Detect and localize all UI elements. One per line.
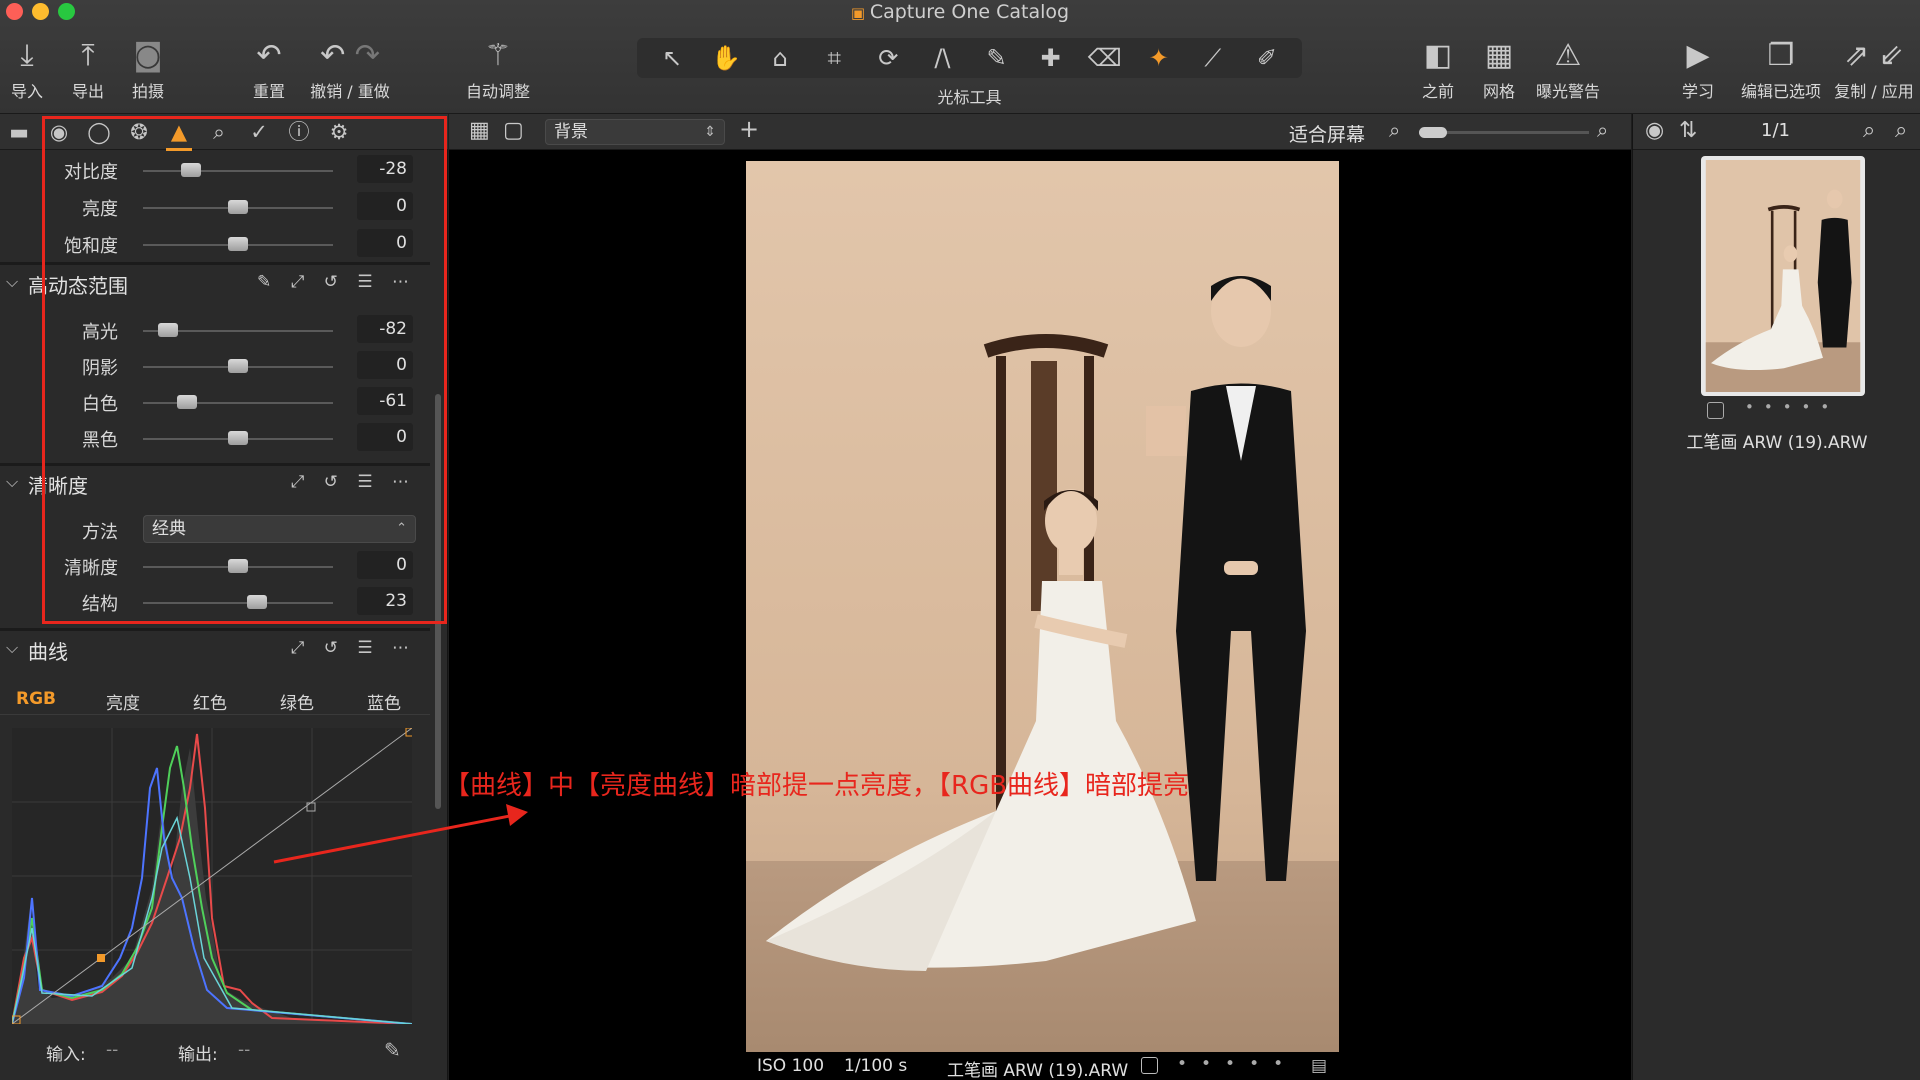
curve-channel-tabs: RGB 亮度 红色 绿色 蓝色 [0, 686, 430, 716]
grid-button[interactable]: ▦ 网格 [1464, 34, 1534, 108]
curve-title: 曲线 [28, 640, 68, 664]
crop-tool-icon[interactable]: ⌗ [809, 44, 859, 72]
play-icon: ▶ [1686, 38, 1710, 73]
curve-graph[interactable] [11, 727, 415, 1025]
curve-actions[interactable]: ⤢ ↺ ☰ ⋯ [291, 638, 416, 658]
thumb-filename: 工笔画 ARW (19).ARW [1686, 433, 1868, 453]
grid-view-icon[interactable]: ▦ [469, 118, 490, 143]
capture-button[interactable]: ◙ 拍摄 [113, 34, 183, 108]
before-after-icon: ◧ [1423, 38, 1453, 73]
add-layer-icon[interactable]: + [739, 115, 759, 143]
curve-tab-red[interactable]: 红色 [170, 689, 250, 714]
curve-tab-green[interactable]: 绿色 [257, 689, 337, 714]
thumbnail[interactable] [1701, 156, 1865, 396]
viewer-filename: 工笔画 ARW (19).ARW [947, 1061, 1129, 1080]
single-view-icon[interactable]: ▢ [503, 118, 524, 143]
eraser-tool-icon[interactable]: ⌫ [1080, 44, 1130, 72]
undo-redo-button[interactable]: ↶ ↷ 撤销 / 重做 [298, 34, 402, 108]
chevron-down-icon: ⌵ [6, 272, 19, 291]
photo-illustration [746, 161, 1339, 1052]
camera-icon: ◙ [133, 38, 163, 73]
reset-arrow-icon: ↶ [256, 38, 282, 73]
copy-apply-button[interactable]: ⇗ ⇙ 复制 / 应用 [1826, 34, 1920, 108]
layers-icon: ❐ [1767, 38, 1795, 73]
layer-select[interactable]: 背景 ⇕ [545, 119, 725, 145]
chevron-down-icon: ⌵ [6, 472, 19, 491]
select-arrows-icon: ⇕ [704, 124, 716, 140]
magic-wand-icon: ⚚ [484, 38, 512, 73]
iso-value: ISO 100 [757, 1056, 825, 1076]
fit-screen-label[interactable]: 适合屏幕 [1289, 120, 1365, 147]
undo-redo-icon: ↶ ↷ [320, 38, 380, 73]
info-list-icon[interactable]: ▤ [1311, 1056, 1327, 1076]
eyedropper-icon[interactable]: ✎ [384, 1038, 401, 1062]
chevron-down-icon: ⌵ [6, 638, 19, 657]
before-button[interactable]: ◧ 之前 [1403, 34, 1473, 108]
browser-panel: ◉ ⇅ 1/1 ⌕ ⌕ ••••• 工笔画 ARW (19).ARW [1632, 114, 1920, 1080]
picker-tool-icon[interactable]: ✐ [1242, 44, 1292, 72]
thumb-checkbox[interactable] [1707, 402, 1724, 419]
eye-icon[interactable]: ◉ [1645, 118, 1664, 143]
spot-tool-icon[interactable]: ✎ [972, 44, 1022, 72]
output-value: -- [238, 1040, 251, 1060]
curve-section-header[interactable]: ⌵ 曲线 ⤢ ↺ ☰ ⋯ [0, 632, 430, 668]
auto-adjust-button[interactable]: ⚚ 自动调整 [462, 34, 534, 108]
photo-info-bar: ISO 100 1/100 s 工笔画 ARW (19).ARW ••••• ▤ [449, 1054, 1631, 1080]
section-separator [0, 628, 430, 631]
rating-dots[interactable]: ••••• [1177, 1054, 1297, 1074]
curve-io-row: 输入: -- 输出: -- ✎ [0, 1036, 430, 1068]
loupe-tool-icon[interactable]: ⌂ [755, 44, 805, 72]
curve-svg [11, 727, 415, 1025]
capture-one-window: ▣ Capture One Catalog ⤓ 导入 ⤒ 导出 ◙ 拍摄 ↶ 重… [0, 0, 1920, 1080]
tutorial-annotation: 【曲线】中【亮度曲线】暗部提一点亮度，【RGB曲线】暗部提亮 [444, 771, 1190, 801]
main-photo[interactable] [746, 161, 1339, 1052]
output-label: 输出: [178, 1045, 218, 1065]
reset-button[interactable]: ↶ 重置 [234, 34, 304, 108]
image-count: 1/1 [1761, 120, 1790, 141]
thumbnail-illustration [1705, 160, 1861, 392]
input-label: 输入: [46, 1045, 86, 1065]
pan-tool-icon[interactable]: ✋ [701, 44, 751, 72]
image-viewer[interactable]: ISO 100 1/100 s 工笔画 ARW (19).ARW ••••• ▤ [449, 150, 1631, 1080]
gradient-tool-icon[interactable]: ⟋ [1188, 44, 1238, 72]
select-tool-icon[interactable]: ↖ [647, 44, 697, 72]
viewer-toolbar: ▦ ▢ 背景 ⇕ + 适合屏幕 ⌕ ⌕ [449, 114, 1631, 150]
window-title: ▣ Capture One Catalog [850, 1, 1070, 23]
zoom-slider[interactable] [1419, 127, 1589, 138]
brush-tool-icon[interactable]: ✦ [1134, 44, 1184, 72]
filter-icon[interactable]: ⌕ [1895, 118, 1907, 143]
highlight-annotation-box [42, 116, 447, 624]
thumbnail-image [1705, 160, 1861, 392]
select-checkbox[interactable] [1141, 1057, 1158, 1074]
tool-tab-library-icon[interactable]: ▬ [4, 118, 34, 146]
zoom-out-icon[interactable]: ⌕ [1389, 118, 1400, 142]
curve-point-shadow[interactable] [97, 954, 105, 962]
curve-tab-blue[interactable]: 蓝色 [344, 689, 424, 714]
curve-tab-luma[interactable]: 亮度 [83, 689, 163, 714]
sort-icon[interactable]: ⇅ [1679, 118, 1697, 143]
learn-button[interactable]: ▶ 学习 [1663, 34, 1733, 108]
cursor-tools-bar: ↖ ✋ ⌂ ⌗ ⟳/\ ✎ ✚ ⌫ ✦ ⟋ ✐ [637, 38, 1302, 78]
curve-tab-rgb[interactable]: RGB [0, 689, 76, 709]
keystone-tool-icon[interactable]: /\ [917, 44, 967, 72]
annotation-arrow [273, 804, 528, 864]
cursor-tools-label: 光标工具 [937, 88, 1002, 107]
catalog-icon: ▣ [850, 4, 870, 22]
browser-toolbar: ◉ ⇅ 1/1 ⌕ ⌕ [1633, 114, 1920, 150]
warning-triangle-icon: ⚠ [1554, 38, 1582, 73]
input-value: -- [106, 1040, 119, 1060]
rotate-tool-icon[interactable]: ⟳ [863, 44, 913, 72]
grid-icon: ▦ [1484, 38, 1514, 73]
main-toolbar: ▣ Capture One Catalog ⤓ 导入 ⤒ 导出 ◙ 拍摄 ↶ 重… [0, 0, 1920, 114]
heal-tool-icon[interactable]: ✚ [1026, 44, 1076, 72]
copy-apply-icon: ⇗ ⇙ [1844, 38, 1904, 73]
search-icon[interactable]: ⌕ [1863, 118, 1875, 143]
zoom-in-icon[interactable]: ⌕ [1597, 118, 1608, 142]
shutter-value: 1/100 s [844, 1056, 908, 1076]
exposure-warning-button[interactable]: ⚠ 曝光警告 [1533, 34, 1603, 108]
zoom-slider-knob[interactable] [1419, 127, 1447, 138]
thumb-rating-dots[interactable]: ••••• [1745, 398, 1839, 416]
edit-selected-button[interactable]: ❐ 编辑已选项 [1736, 34, 1826, 108]
